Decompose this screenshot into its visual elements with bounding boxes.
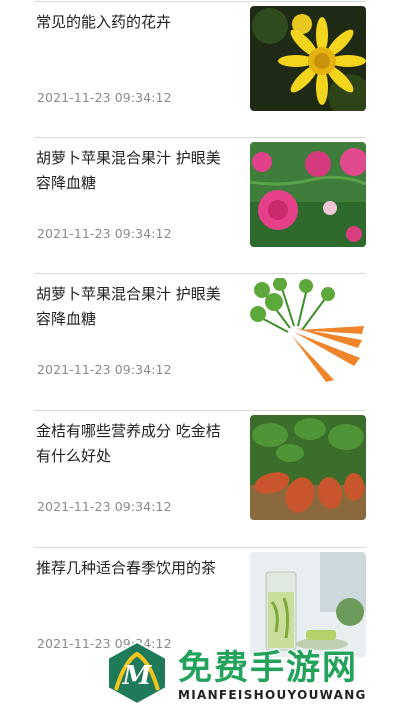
article-thumbnail[interactable]	[250, 278, 366, 383]
watermark-title: 免费手游网	[178, 648, 358, 688]
article-time: 2021-11-23 09:34:12	[37, 362, 172, 377]
article-title[interactable]: 常见的能入药的花卉	[36, 10, 232, 35]
list-item[interactable]: 金桔有哪些营养成分 吃金桔有什么好处 2021-11-23 09:34:12	[34, 410, 366, 546]
article-time: 2021-11-23 09:34:12	[37, 226, 172, 241]
chrysanthemum-image	[250, 6, 366, 111]
logo-letter: M	[122, 661, 153, 691]
article-time: 2021-11-23 09:34:12	[37, 499, 172, 514]
list-item[interactable]: 胡萝卜苹果混合果汁 护眼美容降血糖 2021-11-23 09:34:12	[34, 273, 366, 409]
site-logo-icon: M	[107, 640, 167, 706]
list-item[interactable]: 胡萝卜苹果混合果汁 护眼美容降血糖 2021-11-23 09:34:12	[34, 137, 366, 273]
sweet-potato-image	[250, 415, 366, 520]
list-item[interactable]: 常见的能入药的花卉 2021-11-23 09:34:12	[34, 1, 366, 137]
peony-image	[250, 142, 366, 247]
article-title[interactable]: 胡萝卜苹果混合果汁 护眼美容降血糖	[36, 146, 232, 196]
article-thumbnail[interactable]	[250, 6, 366, 111]
article-thumbnail[interactable]	[250, 142, 366, 247]
article-thumbnail[interactable]	[250, 415, 366, 520]
carrot-image	[250, 278, 366, 383]
article-title[interactable]: 胡萝卜苹果混合果汁 护眼美容降血糖	[36, 282, 232, 332]
watermark-subtitle: MIANFEISHOUYOUWANG	[178, 688, 367, 702]
article-title[interactable]: 金桔有哪些营养成分 吃金桔有什么好处	[36, 419, 232, 469]
article-title[interactable]: 推荐几种适合春季饮用的茶	[36, 556, 232, 581]
watermark: M 免费手游网 MIANFEISHOUYOUWANG	[100, 640, 400, 711]
article-time: 2021-11-23 09:34:12	[37, 90, 172, 105]
